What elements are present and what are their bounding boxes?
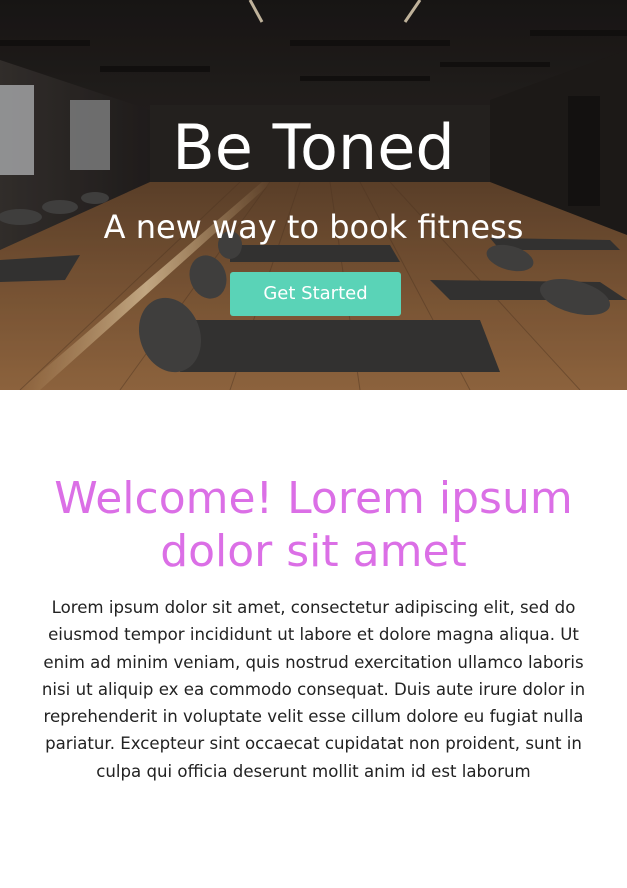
hero-banner: Be Toned A new way to book fitness Get S…: [0, 0, 627, 390]
welcome-heading: Welcome! Lorem ipsum dolor sit amet: [54, 473, 573, 577]
welcome-body-text: Lorem ipsum dolor sit amet, consectetur …: [41, 598, 586, 781]
landing-page: Be Toned A new way to book fitness Get S…: [0, 0, 627, 888]
get-started-button[interactable]: Get Started: [230, 272, 401, 316]
hero-overlay: [0, 0, 627, 390]
welcome-section: Welcome! Lorem ipsum dolor sit amet Lore…: [0, 390, 627, 888]
hero-title: Be Toned: [172, 111, 455, 184]
hero-subtitle: A new way to book fitness: [103, 208, 524, 246]
